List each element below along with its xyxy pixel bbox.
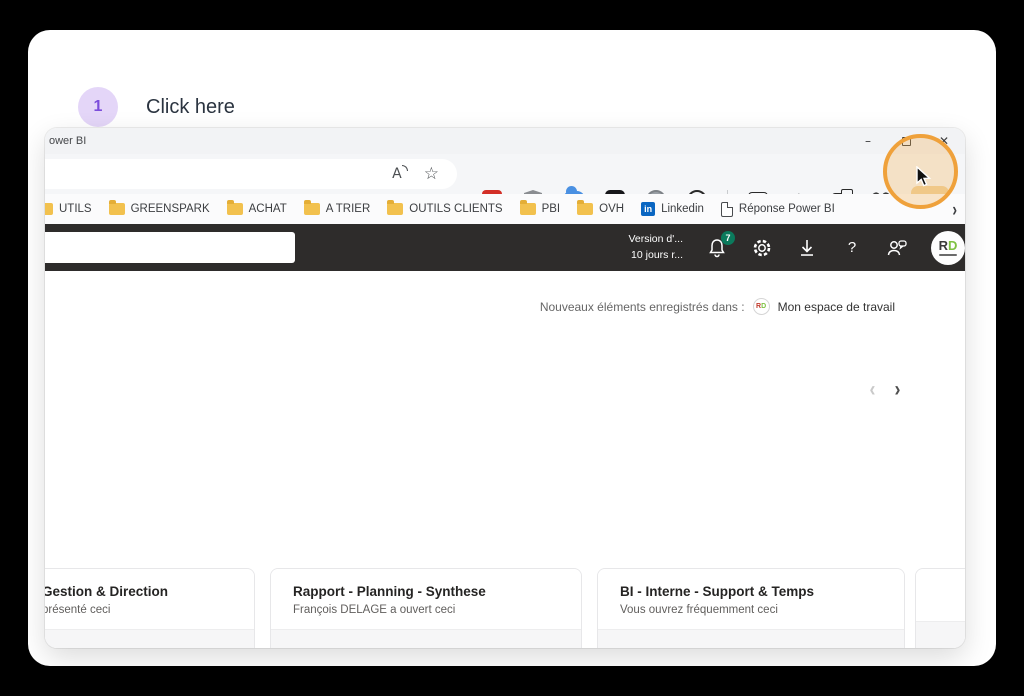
card-title: BI - Interne - Support & Temps [620,584,884,599]
read-aloud-arc [402,165,408,171]
folder-icon [387,203,403,215]
notification-count-badge: 7 [721,231,735,245]
card-header: Gestion & Direction présenté ceci [45,569,254,630]
settings-button[interactable] [751,237,773,259]
bookmarks-bar: UTILS GREENSPARK ACHAT A TRIER OUTILS CL… [45,194,965,224]
folder-icon [45,203,53,215]
bookmark-folder-pbi[interactable]: PBI [520,203,561,215]
workspace-name[interactable]: Mon espace de travail [778,300,895,314]
version-line-2: 10 jours r... [628,248,683,263]
folder-icon [227,203,243,215]
mouse-cursor [914,166,934,193]
version-line-1: Version d'... [628,232,683,247]
card-partial[interactable] [915,568,965,648]
carousel-next-icon[interactable]: › [895,379,901,400]
card-subtitle: présenté ceci [45,604,234,616]
folder-icon [304,203,320,215]
tutorial-card: 1 Click here ower BI – ✕ A ☆ UD US [28,30,996,666]
saved-items-text: Nouveaux éléments enregistrés dans : [540,300,745,314]
card-title: Rapport - Planning - Synthese [293,584,561,599]
folder-icon [109,203,125,215]
address-bar[interactable]: A ☆ [45,159,457,189]
bookmark-folder-a-trier[interactable]: A TRIER [304,203,371,215]
powerbi-header: Version d'... 10 jours r... 7 ? [45,224,965,271]
account-avatar[interactable]: RD [931,231,965,265]
card-header [916,569,965,622]
carousel-prev-icon[interactable]: ‹ [870,379,876,400]
minimize-button[interactable]: – [849,128,887,154]
bookmark-folder-ovh[interactable]: OVH [577,203,624,215]
bookmark-reponse-power-bi[interactable]: Réponse Power BI [721,202,835,217]
card-subtitle: François DELAGE a ouvert ceci [293,604,561,616]
avatar-subtext-line [939,254,957,256]
pbi-search-input[interactable] [45,232,295,263]
card-header: Rapport - Planning - Synthese François D… [271,569,581,630]
step-number-badge: 1 [78,87,118,127]
pbi-header-actions: Version d'... 10 jours r... 7 ? [628,224,965,271]
workspace-avatar: RD [753,298,770,315]
bookmark-folder-greenspark[interactable]: GREENSPARK [109,203,210,215]
card-title: Gestion & Direction [45,584,234,599]
card-gestion-direction[interactable]: Gestion & Direction présenté ceci [45,568,255,648]
bookmark-folder-achat[interactable]: ACHAT [227,203,287,215]
bookmark-folder-utils[interactable]: UTILS [45,203,92,215]
linkedin-icon: in [641,202,655,216]
step-header: 1 Click here [78,87,235,127]
download-icon [798,238,816,258]
browser-tab-bar: ower BI – ✕ [45,128,965,154]
powerbi-page: Nouveaux éléments enregistrés dans : RD … [45,271,965,648]
step-label: Click here [146,96,235,119]
bookmarks-row: UTILS GREENSPARK ACHAT A TRIER OUTILS CL… [45,194,835,224]
favorite-star-icon[interactable]: ☆ [424,164,439,184]
bookmark-linkedin[interactable]: inLinkedin [641,202,704,216]
help-button[interactable]: ? [841,237,863,259]
browser-screenshot: ower BI – ✕ A ☆ UD US ☆ [45,128,965,648]
card-subtitle: Vous ouvrez fréquemment ceci [620,604,884,616]
feedback-button[interactable] [886,237,908,259]
trial-version-text[interactable]: Version d'... 10 jours r... [628,232,683,262]
download-button[interactable] [796,237,818,259]
folder-icon [520,203,536,215]
bookmark-folder-outils-clients[interactable]: OUTILS CLIENTS [387,203,502,215]
browser-toolbar: A ☆ UD US ☆ ✓ ··· [45,154,965,194]
card-rapport-planning[interactable]: Rapport - Planning - Synthese François D… [270,568,582,648]
carousel-nav: ‹ › [869,379,901,400]
saved-items-row: Nouveaux éléments enregistrés dans : RD … [540,298,895,315]
person-feedback-icon [886,238,908,258]
page-icon [721,202,733,217]
read-aloud-icon[interactable]: A [392,166,402,182]
card-bi-interne-support[interactable]: BI - Interne - Support & Temps Vous ouvr… [597,568,905,648]
tab-title[interactable]: ower BI [49,135,86,147]
folder-icon [577,203,593,215]
notifications-button[interactable]: 7 [706,237,728,259]
gear-icon [752,238,772,258]
card-header: BI - Interne - Support & Temps Vous ouvr… [598,569,904,630]
bookmarks-overflow-chevron[interactable]: › [952,198,957,220]
